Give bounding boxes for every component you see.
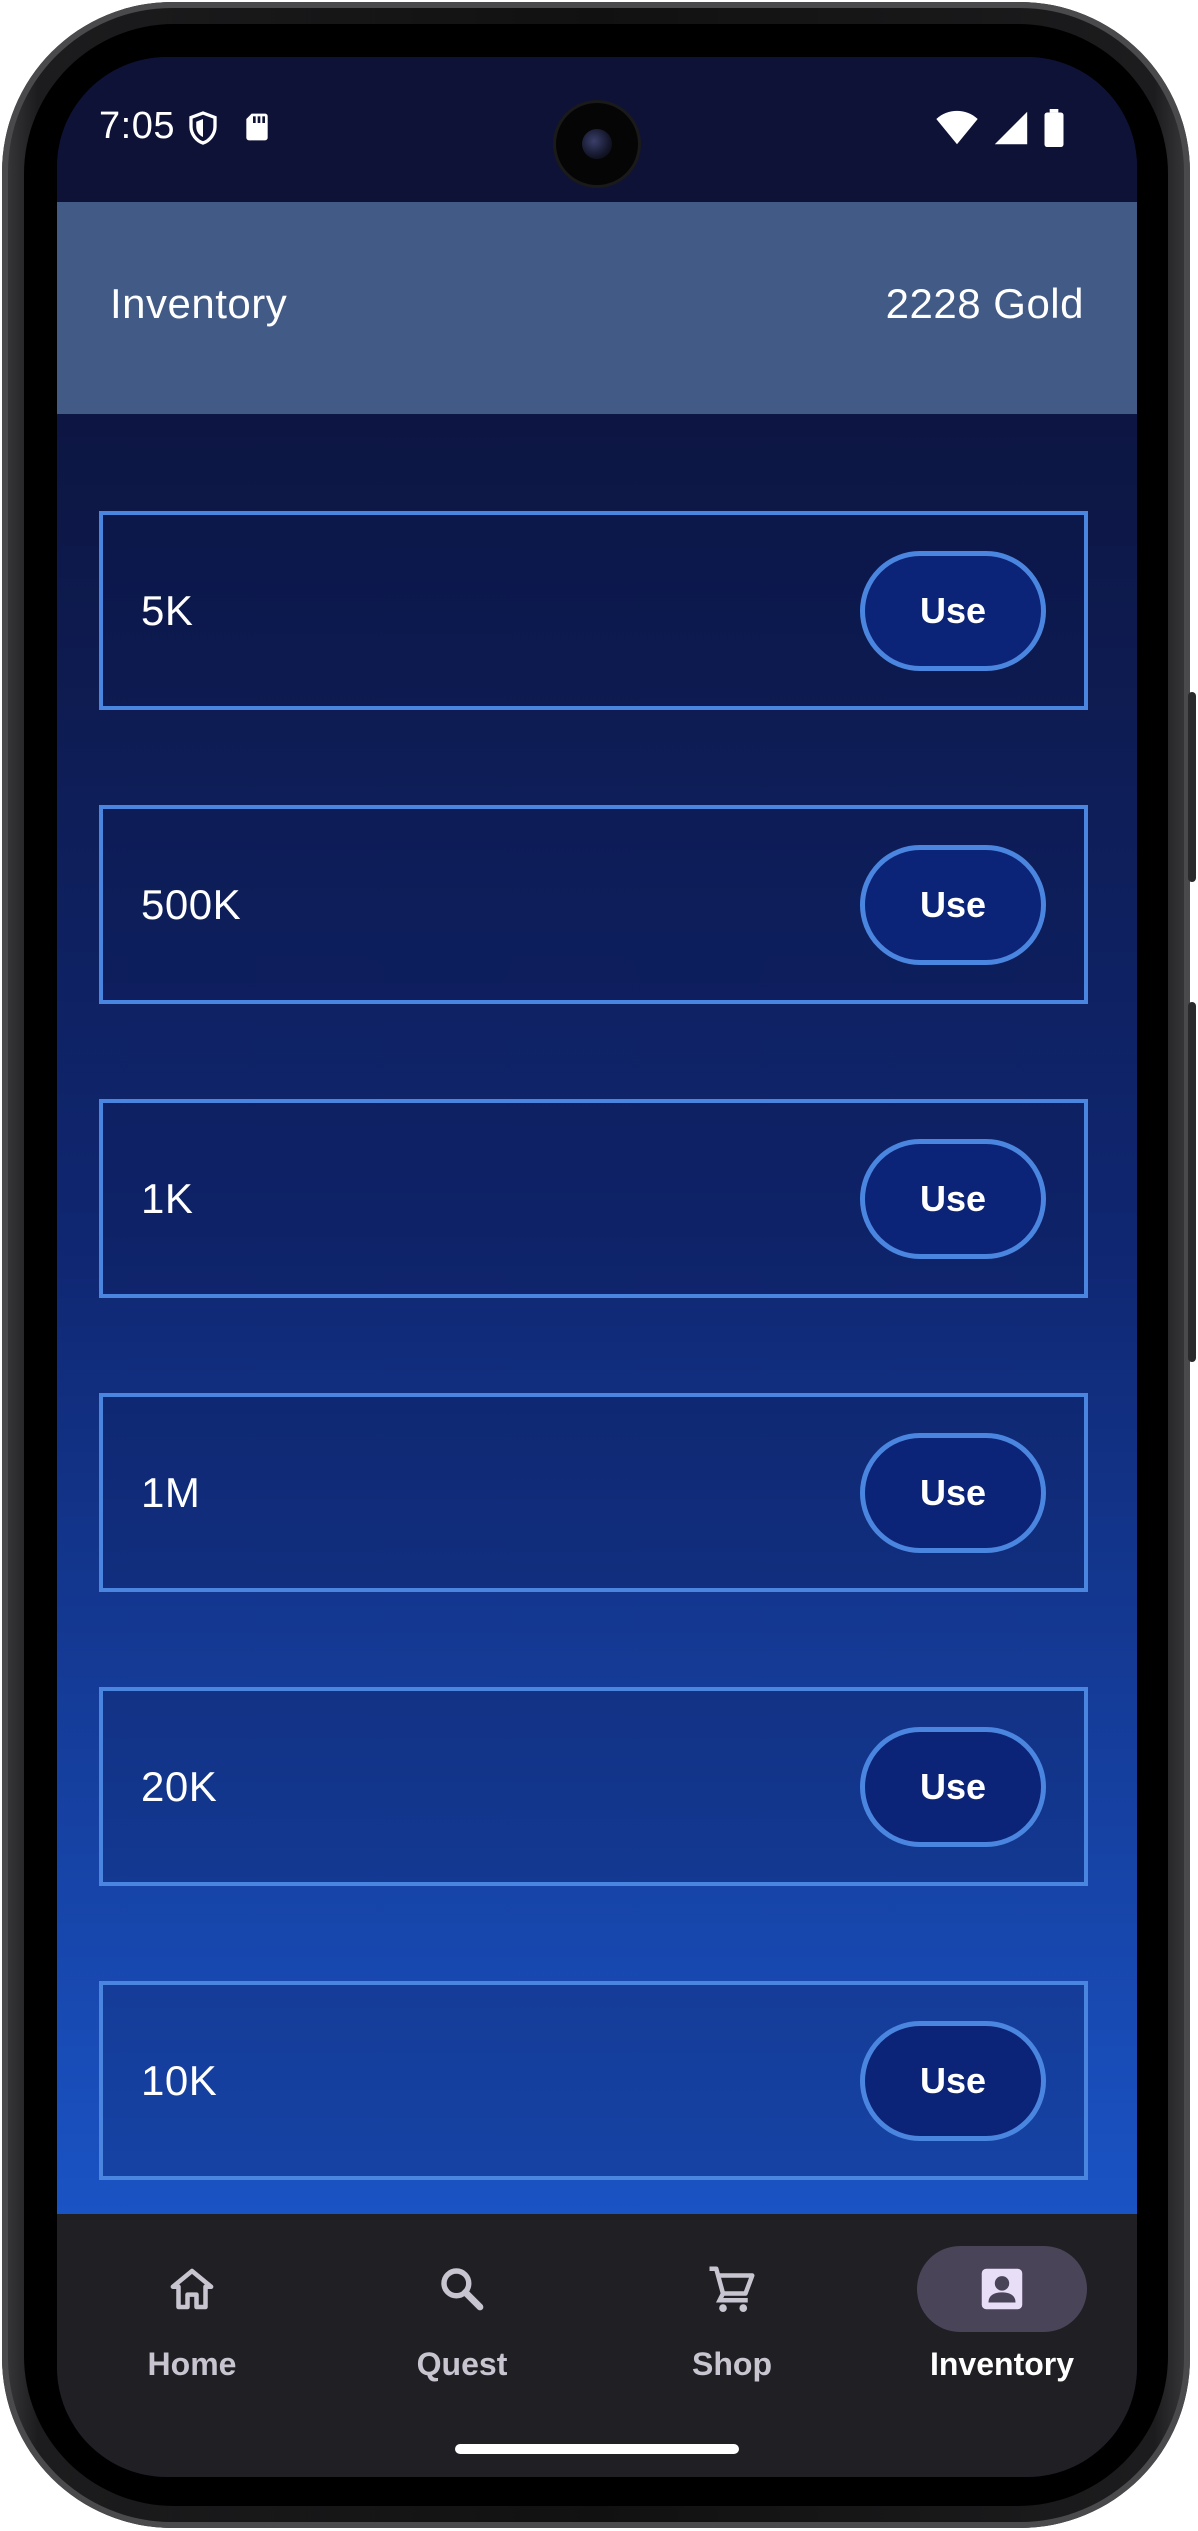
nav-label: Home [147,2346,237,2382]
use-button[interactable]: Use [860,551,1046,671]
screen: 7:05 Inventory 2228 Gold 5K Use 500K Use… [57,57,1137,2477]
home-icon [165,2262,219,2316]
use-button[interactable]: Use [860,2021,1046,2141]
nav-item-inventory[interactable]: Inventory [867,2214,1137,2414]
inventory-item: 5K Use [99,511,1088,710]
phone-frame: 7:05 Inventory 2228 Gold 5K Use 500K Use… [2,2,1196,2528]
item-label: 20K [141,1763,218,1810]
gold-balance: 2228 Gold [885,280,1084,327]
use-button[interactable]: Use [860,845,1046,965]
item-label: 5K [141,587,194,634]
inventory-item: 1K Use [99,1099,1088,1298]
bottom-navigation: Home Quest Shop Inventory [57,2214,1137,2477]
home-indicator[interactable] [455,2444,739,2454]
wifi-icon [935,110,979,151]
item-label: 1K [141,1175,194,1222]
item-label: 10K [141,2057,218,2104]
status-icons-right [935,109,1065,152]
status-time: 7:05 [99,105,175,147]
nav-label: Shop [692,2346,772,2382]
cell-signal-icon [993,110,1029,151]
power-button [1188,692,1196,882]
account-box-icon [975,2262,1029,2316]
search-icon [435,2262,489,2316]
nav-item-home[interactable]: Home [57,2214,327,2414]
app-bar: Inventory 2228 Gold [57,202,1137,414]
use-button[interactable]: Use [860,1139,1046,1259]
inventory-list: 5K Use 500K Use 1K Use 1M Use 20K Use 10… [57,414,1137,2214]
item-label: 500K [141,881,242,928]
inventory-item: 20K Use [99,1687,1088,1886]
use-button[interactable]: Use [860,1433,1046,1553]
volume-button [1188,1002,1196,1362]
front-camera [556,103,638,185]
nav-item-shop[interactable]: Shop [597,2214,867,2414]
inventory-item: 1M Use [99,1393,1088,1592]
status-icons-left [185,109,273,152]
shield-icon [185,109,221,152]
sd-card-icon [241,109,273,152]
nav-item-quest[interactable]: Quest [327,2214,597,2414]
nav-label: Quest [416,2346,508,2382]
use-button[interactable]: Use [860,1727,1046,1847]
status-bar: 7:05 [57,57,1137,202]
inventory-item: 500K Use [99,805,1088,1004]
item-label: 1M [141,1469,201,1516]
inventory-item: 10K Use [99,1981,1088,2180]
page-title: Inventory [110,280,288,327]
nav-label: Inventory [929,2346,1075,2382]
cart-icon [705,2262,759,2316]
battery-icon [1043,109,1065,152]
